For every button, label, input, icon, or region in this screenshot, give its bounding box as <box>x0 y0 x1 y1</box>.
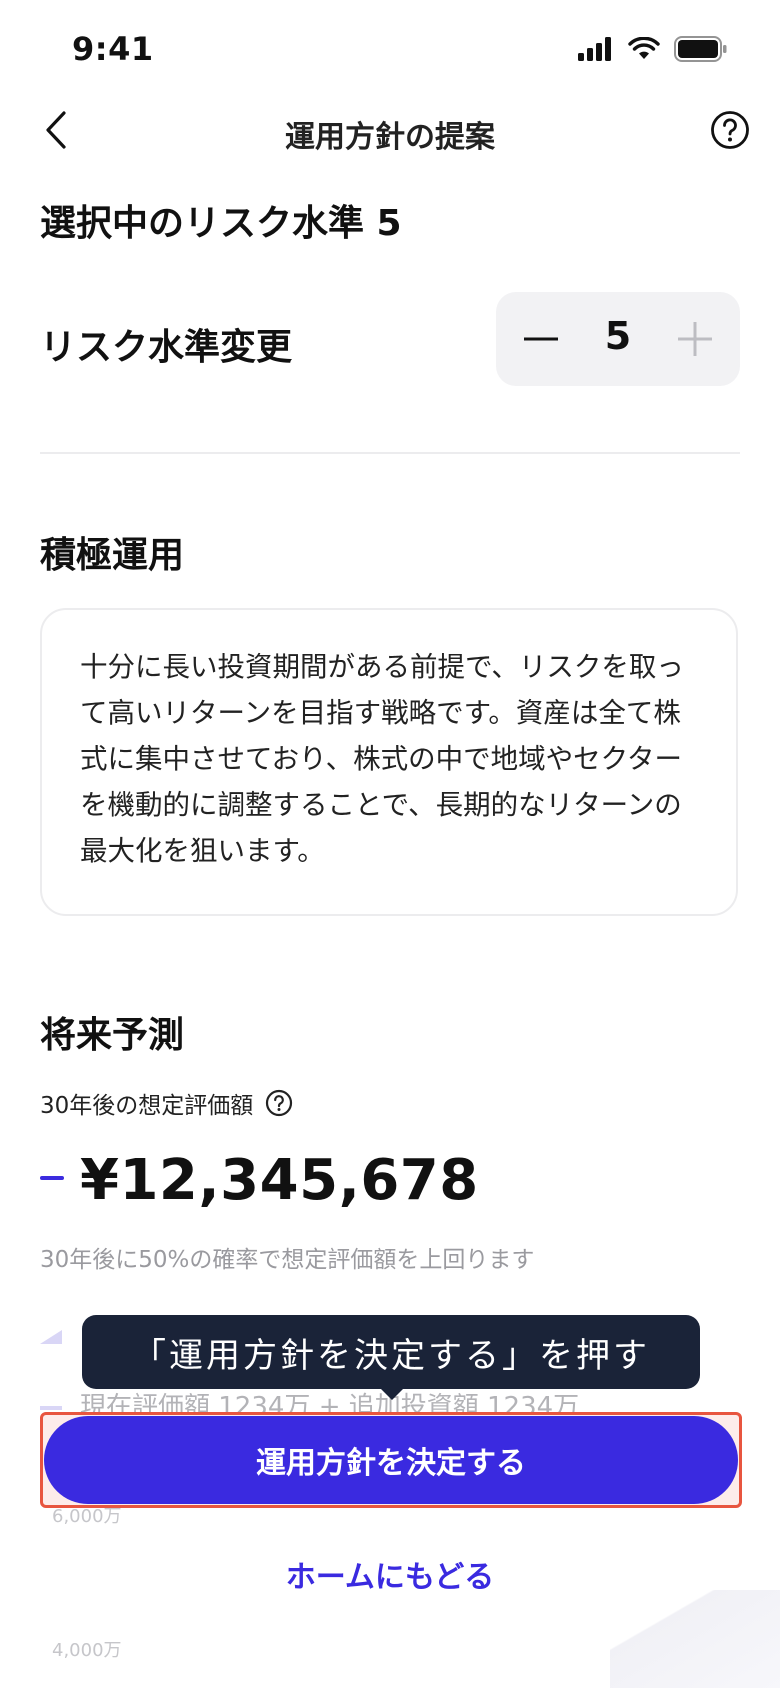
guide-tooltip-text: 「運用方針を決定する」を押す <box>132 1335 650 1376</box>
status-bar: 9:41 <box>0 0 780 100</box>
policy-description-card: 十分に長い投資期間がある前提で、リスクを取って高いリターンを目指す戦略です。資産… <box>40 608 738 916</box>
forecast-info-button[interactable] <box>265 1089 293 1117</box>
question-circle-icon <box>266 1089 293 1117</box>
guide-tooltip: 「運用方針を決定する」を押す <box>82 1315 700 1389</box>
risk-level-stepper: 5 <box>496 292 740 386</box>
selected-risk-level: 選択中のリスク水準 5 <box>40 203 402 244</box>
forecast-title: 将来予測 <box>40 1015 185 1056</box>
risk-change-label: リスク水準変更 <box>40 327 293 368</box>
cellular-signal-icon <box>578 37 611 61</box>
forecast-subtitle: 30年後の想定評価額 <box>40 1093 254 1119</box>
chart-tick-label: 4,000万 <box>52 1640 122 1661</box>
range-legend-marker <box>40 1330 62 1344</box>
probability-note: 30年後に50%の確率で想定評価額を上回ります <box>40 1247 535 1273</box>
divider <box>40 452 740 454</box>
forecast-subtitle-row: 30年後の想定評価額 <box>40 1086 293 1120</box>
policy-title: 積極運用 <box>40 535 185 576</box>
home-link[interactable]: ホームにもどる <box>0 1552 780 1596</box>
investment-legend-marker <box>40 1406 62 1410</box>
page-title: 運用方針の提案 <box>285 120 495 155</box>
forecast-amount: ¥12,345,678 <box>80 1148 479 1213</box>
status-icons <box>578 36 728 62</box>
nav-bar: 運用方針の提案 <box>0 96 780 164</box>
guide-tooltip-arrow <box>378 1386 406 1400</box>
policy-description: 十分に長い投資期間がある前提で、リスクを取って高いリターンを目指す戦略です。資産… <box>80 651 684 867</box>
plus-icon <box>678 322 712 356</box>
question-circle-icon <box>711 111 749 149</box>
amount-legend-marker <box>40 1176 64 1180</box>
decide-policy-button[interactable]: 運用方針を決定する <box>44 1416 738 1504</box>
chart-area <box>610 1590 780 1688</box>
help-button[interactable] <box>706 106 754 154</box>
increase-button[interactable] <box>670 314 720 364</box>
battery-icon <box>674 36 727 62</box>
wifi-icon <box>628 37 660 59</box>
status-time: 9:41 <box>72 30 154 68</box>
